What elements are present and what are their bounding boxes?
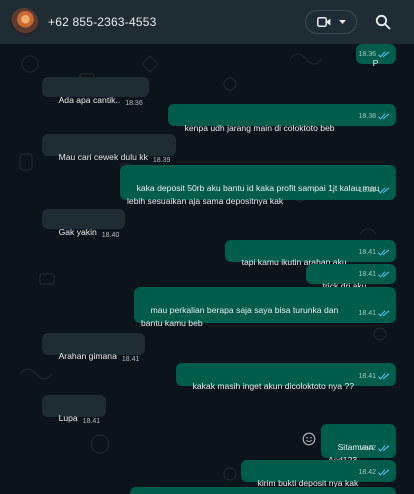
message-bubble-outgoing[interactable]: P 18.36 xyxy=(356,44,396,68)
read-ticks-icon xyxy=(378,445,390,452)
read-ticks-icon xyxy=(378,310,390,317)
message-text: Ada apa cantik.. xyxy=(58,95,121,105)
emoji-react-button[interactable] xyxy=(302,432,316,446)
message-time: 18.40 xyxy=(101,232,120,239)
read-ticks-icon xyxy=(378,271,390,278)
search-button[interactable] xyxy=(375,14,391,30)
chevron-down-icon xyxy=(338,20,346,24)
message-list[interactable]: P 18.36 Ada apa cantik.. 18.36 kenpa udh … xyxy=(0,44,414,494)
message-time: 18.42 xyxy=(358,445,376,452)
message-bubble-incoming[interactable]: Mau cari cewek dulu kk 18.39 xyxy=(42,134,177,164)
read-ticks-icon xyxy=(378,113,390,120)
message-bubble-incoming[interactable]: Arahan gimana 18.41 xyxy=(42,333,146,363)
video-call-button[interactable] xyxy=(305,10,357,34)
message-meta: 18.41 xyxy=(358,307,390,320)
message-text: Arahan gimana xyxy=(58,351,117,361)
message-meta: 18.36 xyxy=(358,48,390,61)
message-text: kakak masih inget akun dicoloktoto nya ?… xyxy=(192,381,355,391)
message-bubble-outgoing[interactable]: Sitamvan Asd123 18.42 xyxy=(321,424,396,465)
message-time: 18.41 xyxy=(358,271,376,278)
message-time: 18.42 xyxy=(358,469,376,476)
message-time: 18.41 xyxy=(358,249,376,256)
message-bubble-incoming[interactable]: Ada apa cantik.. 18.36 xyxy=(42,77,149,107)
message-meta: 18.41 xyxy=(358,246,390,259)
message-text: Lupa xyxy=(58,413,78,423)
message-bubble-outgoing[interactable]: trick dri aku 18.41 xyxy=(306,264,396,291)
message-meta: 18.41 xyxy=(358,268,390,281)
message-time: 18.41 xyxy=(358,373,376,380)
message-bubble-incoming[interactable]: Lupa 18.41 xyxy=(42,395,107,425)
message-time: 18.41 xyxy=(82,418,101,425)
message-meta: 18.39 xyxy=(358,184,390,197)
message-text: Mau cari cewek dulu kk xyxy=(58,152,148,162)
message-bubble-outgoing[interactable]: kenpa udh jarang main di coloktoto beb 1… xyxy=(168,104,396,133)
message-meta: 18.38 xyxy=(358,110,390,123)
avatar[interactable] xyxy=(10,8,38,36)
read-ticks-icon xyxy=(378,51,390,58)
chat-header: +62 855-2363-4553 xyxy=(0,0,414,44)
emoji-react-icon xyxy=(302,432,316,446)
video-call-icon xyxy=(316,17,331,27)
message-bubble-outgoing[interactable]: kakak masih inget akun dicoloktoto nya ?… xyxy=(176,363,396,391)
contact-name[interactable]: +62 855-2363-4553 xyxy=(48,15,157,29)
message-meta: 18.42 xyxy=(358,466,390,479)
message-meta: 18.42 xyxy=(358,442,390,455)
message-bubble-outgoing-partial[interactable] xyxy=(130,487,396,494)
read-ticks-icon xyxy=(378,249,390,256)
message-text: kenpa udh jarang main di coloktoto beb xyxy=(184,123,335,133)
message-bubble-outgoing[interactable]: kirim bukti deposit nya kak 18.42 xyxy=(241,460,396,488)
read-ticks-icon xyxy=(378,187,390,194)
message-bubble-outgoing[interactable]: kaka deposit 50rb aku bantu id kaka prof… xyxy=(120,165,396,206)
message-time: 18.41 xyxy=(121,356,140,363)
message-time: 18.36 xyxy=(358,51,376,58)
message-time: 18.36 xyxy=(125,100,143,107)
message-time: 18.39 xyxy=(358,187,376,194)
message-bubble-incoming[interactable]: Gak yakin 18.40 xyxy=(42,209,126,239)
read-ticks-icon xyxy=(378,373,390,380)
read-ticks-icon xyxy=(378,469,390,476)
message-meta: 18.41 xyxy=(358,370,390,383)
message-time: 18.38 xyxy=(358,113,376,120)
search-icon xyxy=(375,14,391,34)
message-time: 18.41 xyxy=(358,310,376,317)
message-text: Gak yakin xyxy=(58,227,97,237)
message-bubble-outgoing[interactable]: mau perkalian berapa saja saya bisa turu… xyxy=(134,287,396,328)
message-bubble-outgoing[interactable]: tapi kamu ikutin arahan aku 18.41 xyxy=(225,240,396,267)
